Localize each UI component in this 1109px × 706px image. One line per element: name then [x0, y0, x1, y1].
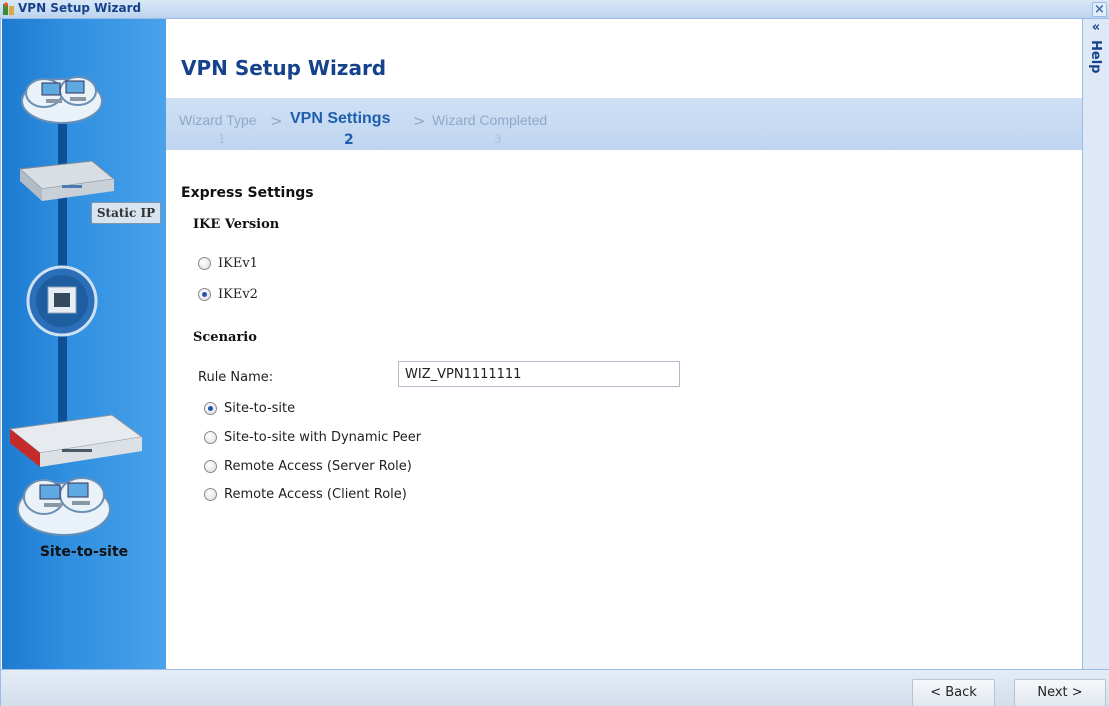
step-separator-icon: > [270, 112, 283, 130]
wizard-app-icon [3, 2, 14, 15]
scenario-title: Scenario [193, 330, 257, 345]
next-button[interactable]: Next > [1014, 679, 1106, 706]
router-icon [18, 160, 116, 201]
wizard-illustration-panel: Static IP Site-to-site [2, 19, 166, 669]
rule-name-label: Rule Name: [198, 370, 274, 385]
step-number-3: 3 [494, 132, 502, 146]
wizard-window: Static IP Site-to-site VPN Setup Wizard … [0, 19, 1109, 706]
step-wizard-type: Wizard Type [179, 112, 257, 128]
step-separator-icon: > [413, 112, 426, 130]
radio-remote-access-client[interactable]: Remote Access (Client Role) [204, 487, 407, 502]
wizard-steps-bar: Wizard Type > 1 VPN Settings > 2 Wizard … [166, 98, 1083, 150]
cloud-network-icon [21, 76, 103, 124]
network-diagram-illustration [8, 76, 144, 536]
step-vpn-settings: VPN Settings [290, 110, 391, 127]
radio-remote-access-server[interactable]: Remote Access (Server Role) [204, 459, 412, 474]
radio-button[interactable] [204, 460, 217, 473]
radio-ikev2[interactable]: IKEv2 [198, 287, 258, 302]
wizard-footer: < Back Next > [1, 669, 1109, 706]
ethernet-port-icon [26, 265, 98, 337]
help-tab[interactable]: Help [1088, 40, 1103, 73]
scenario-illustration-label: Site-to-site [39, 544, 129, 560]
radio-site-to-site[interactable]: Site-to-site [204, 401, 295, 416]
back-button[interactable]: < Back [912, 679, 995, 706]
express-settings-title: Express Settings [181, 185, 314, 201]
step-wizard-completed: Wizard Completed [432, 112, 548, 128]
window-title: VPN Setup Wizard [18, 1, 142, 15]
cloud-network-icon [17, 477, 111, 536]
radio-button-selected[interactable] [204, 402, 217, 415]
page-title: VPN Setup Wizard [181, 56, 387, 80]
radio-button[interactable] [198, 257, 211, 270]
wizard-main-content: VPN Setup Wizard Wizard Type > 1 VPN Set… [166, 19, 1083, 669]
radio-button-selected[interactable] [198, 288, 211, 301]
help-panel-collapsed[interactable]: « Help [1082, 19, 1109, 669]
static-ip-label: Static IP [91, 202, 161, 224]
radio-button[interactable] [204, 488, 217, 501]
window-titlebar: VPN Setup Wizard × [0, 0, 1109, 19]
radio-site-to-site-dynamic-peer[interactable]: Site-to-site with Dynamic Peer [204, 430, 421, 445]
radio-button[interactable] [204, 431, 217, 444]
close-icon[interactable]: × [1092, 2, 1107, 17]
radio-ikev1[interactable]: IKEv1 [198, 256, 258, 271]
step-number-1: 1 [218, 132, 226, 146]
rule-name-input[interactable] [398, 361, 680, 387]
firewall-device-icon [8, 414, 144, 467]
step-number-2: 2 [344, 132, 354, 148]
ike-version-title: IKE Version [193, 217, 280, 232]
collapse-left-icon[interactable]: « [1089, 21, 1103, 35]
